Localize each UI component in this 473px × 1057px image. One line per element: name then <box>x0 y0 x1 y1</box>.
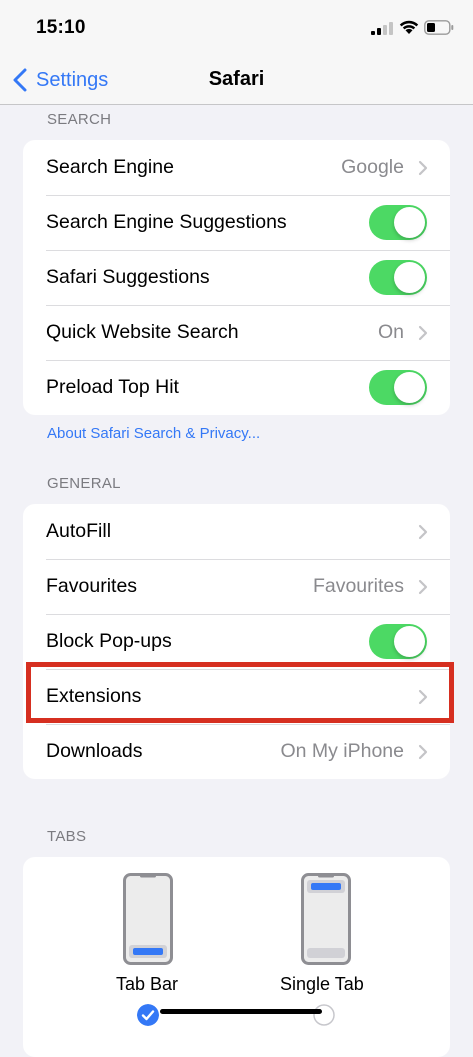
tab-bar-label: Tab Bar <box>116 974 179 994</box>
row-label: Preload Top Hit <box>46 376 179 398</box>
tab-bar-phone-icon <box>123 873 173 965</box>
row-value: On <box>377 321 404 343</box>
row-label: Block Pop-ups <box>46 630 172 652</box>
search-settings-group: Search Engine Google Search Engine Sugge… <box>23 140 450 415</box>
row-preload-top-hit: Preload Top Hit <box>23 360 450 415</box>
about-search-privacy-link[interactable]: About Safari Search & Privacy... <box>47 425 260 442</box>
row-search-engine-suggestions: Search Engine Suggestions <box>23 195 450 250</box>
row-search-engine[interactable]: Search Engine Google <box>23 140 450 195</box>
section-header-search: SEARCH <box>47 111 112 128</box>
toggle-knob <box>394 372 425 403</box>
row-quick-website-search[interactable]: Quick Website Search On <box>23 305 450 360</box>
row-favourites[interactable]: Favourites Favourites <box>23 559 450 614</box>
home-indicator <box>160 1009 322 1014</box>
safari-suggestions-toggle[interactable] <box>369 260 427 295</box>
cellular-signal-icon <box>371 22 393 35</box>
block-popups-toggle[interactable] <box>369 624 427 659</box>
row-autofill[interactable]: AutoFill <box>23 504 450 559</box>
toggle-knob <box>394 207 425 238</box>
status-time: 15:10 <box>36 17 86 38</box>
preload-top-hit-toggle[interactable] <box>369 370 427 405</box>
chevron-right-icon <box>418 160 428 175</box>
single-tab-label: Single Tab <box>280 974 364 994</box>
general-settings-group: AutoFill Favourites Favourites Block Pop… <box>23 504 450 779</box>
row-value: Google <box>341 156 404 178</box>
row-block-popups: Block Pop-ups <box>23 614 450 669</box>
extensions-highlight-box <box>26 662 454 723</box>
search-engine-suggestions-toggle[interactable] <box>369 205 427 240</box>
chevron-right-icon <box>418 744 428 759</box>
tab-bar-checkmark-icon[interactable] <box>137 1004 159 1026</box>
row-label: Safari Suggestions <box>46 266 210 288</box>
row-label: AutoFill <box>46 520 112 542</box>
single-tab-radio-icon[interactable] <box>313 1004 335 1026</box>
chevron-right-icon <box>418 579 428 594</box>
row-label: Downloads <box>46 740 143 762</box>
section-header-general: GENERAL <box>47 475 121 492</box>
row-label: Search Engine <box>46 156 174 178</box>
chevron-right-icon <box>418 325 428 340</box>
row-value: On My iPhone <box>280 740 404 762</box>
row-label: Favourites <box>46 575 138 597</box>
row-label: Quick Website Search <box>46 321 239 343</box>
chevron-right-icon <box>418 524 428 539</box>
page-title: Safari <box>208 68 265 90</box>
row-downloads[interactable]: Downloads On My iPhone <box>23 724 450 779</box>
battery-icon <box>424 20 454 35</box>
row-value: Favourites <box>312 575 404 597</box>
status-bar: 15:10 <box>0 0 473 56</box>
navigation-bar: Settings Safari <box>0 56 473 105</box>
tabs-layout-group: Tab Bar Single Tab <box>23 857 450 1057</box>
toggle-knob <box>394 626 425 657</box>
row-label: Search Engine Suggestions <box>46 211 287 233</box>
toggle-knob <box>394 262 425 293</box>
wifi-icon <box>399 20 419 34</box>
section-header-tabs: TABS <box>47 828 87 845</box>
row-safari-suggestions: Safari Suggestions <box>23 250 450 305</box>
single-tab-phone-icon <box>301 873 351 965</box>
